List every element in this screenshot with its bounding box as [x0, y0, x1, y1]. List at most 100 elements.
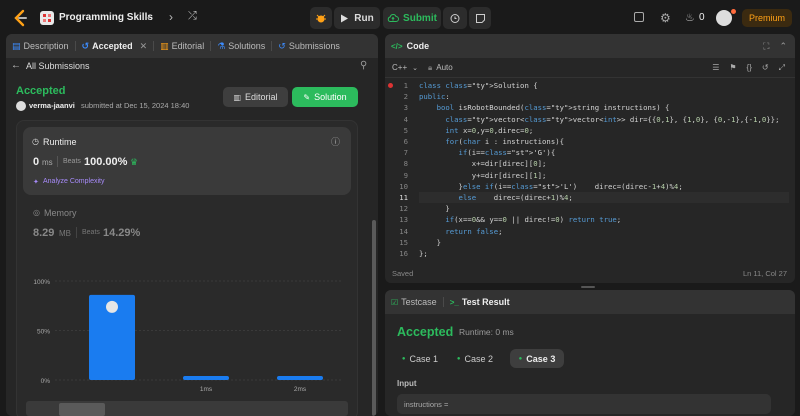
bookmark-icon[interactable]: ⚑ [729, 63, 736, 73]
runtime-card[interactable]: ◷ Runtime ⓘ 0 ms Beats 100.00% ♛ ✦ Analy… [23, 127, 351, 195]
submit-button[interactable]: Submit [383, 7, 441, 29]
chevron-down-icon[interactable]: ⌄ [412, 64, 418, 72]
premium-button[interactable]: Premium [742, 9, 792, 27]
y-tick-label: 0% [41, 378, 51, 385]
case-3-tab[interactable]: ● Case 3 [510, 349, 564, 368]
flask-icon: ⚗ [217, 40, 226, 51]
code-line[interactable]: public: [419, 91, 789, 102]
memory-label[interactable]: Memory [44, 208, 77, 218]
info-icon[interactable]: ⓘ [331, 135, 340, 148]
tab-solutions-label: Solutions [228, 41, 266, 51]
book-icon: ▥ [160, 40, 169, 51]
debug-icon[interactable] [310, 7, 332, 29]
cursor-position: Ln 11, Col 27 [742, 269, 787, 278]
streak-flame-icon[interactable]: ♨ [685, 11, 695, 24]
case-1-tab[interactable]: ● Case 1 [397, 349, 443, 368]
link-icon[interactable]: ⚲ [360, 60, 367, 71]
tab-accepted[interactable]: ↺ Accepted ✕ [76, 34, 154, 58]
line-number: 15 [399, 237, 408, 247]
case-2-tab[interactable]: ● Case 2 [452, 349, 498, 368]
case-2-label: Case 2 [464, 353, 494, 364]
tab-editorial[interactable]: ▥ Editorial [154, 34, 210, 58]
shuffle-icon[interactable]: ⤮ [188, 10, 197, 23]
language-select[interactable]: C++ [392, 63, 407, 72]
tab-test-result[interactable]: >_ Test Result [444, 290, 516, 314]
scrollbar[interactable] [372, 220, 376, 416]
notification-dot [731, 9, 736, 14]
collapse-icon[interactable]: ⌃ [779, 41, 787, 52]
code-editor[interactable]: class class="ty">Solution {public: bool … [419, 80, 789, 259]
sparkle-icon: ✦ [33, 179, 39, 186]
code-line[interactable]: for(char i : instructions){ [419, 136, 789, 147]
y-tick-label: 50% [37, 329, 50, 336]
code-line[interactable]: x+=dir[direc][0]; [419, 158, 789, 169]
tab-solutions[interactable]: ⚗ Solutions [211, 34, 271, 58]
memory-value: 8.29 [33, 227, 55, 239]
alarm-icon[interactable] [443, 7, 467, 29]
result-panel: ☑ Testcase >_ Test Result Accepted Runti… [385, 290, 795, 416]
code-line[interactable]: else direc=(direc+1)%4; [419, 192, 789, 204]
prev-problem-button[interactable]: ‹ [147, 10, 151, 24]
tab-editorial-label: Editorial [171, 41, 205, 51]
line-number: 7 [403, 148, 408, 158]
avatar[interactable] [716, 10, 732, 26]
back-arrow-icon[interactable]: ← [11, 60, 21, 71]
run-button[interactable]: Run [334, 7, 380, 29]
divider [57, 156, 58, 167]
code-line[interactable]: return false; [419, 226, 789, 237]
code-line[interactable]: y+=dir[direc][1]; [419, 170, 789, 181]
mode-label[interactable]: Auto [436, 63, 452, 72]
maximize-icon[interactable]: ⛶ [763, 41, 769, 52]
tab-submissions-label: Submissions [288, 41, 340, 51]
input-box[interactable]: instructions = [397, 394, 771, 414]
all-submissions-link[interactable]: All Submissions [26, 61, 90, 71]
edit-icon: ✎ [303, 92, 311, 102]
pass-dot: ● [401, 355, 406, 362]
tab-submissions[interactable]: ↺ Submissions [272, 34, 346, 58]
tab-testcase[interactable]: ☑ Testcase [385, 290, 443, 314]
editor-toolbar: C++ ⌄ 🔒︎ Auto ☰ ⚑ {} ↺ ⤢ [385, 58, 795, 78]
reset-icon[interactable]: ↺ [762, 63, 769, 73]
line-number: 8 [403, 159, 408, 169]
line-number: 9 [403, 170, 408, 180]
divider [76, 227, 77, 238]
expand-icon[interactable]: ⤢ [779, 63, 785, 73]
notes-icon[interactable] [469, 7, 491, 29]
tab-description[interactable]: ▤ Description [6, 34, 75, 58]
resize-handle[interactable] [581, 286, 595, 288]
submission-status: Accepted [16, 85, 66, 97]
case-1-label: Case 1 [409, 353, 439, 364]
code-line[interactable]: int x=0,y=0,direc=0; [419, 125, 789, 136]
save-status: Saved [392, 269, 414, 278]
code-line[interactable]: }; [419, 248, 789, 259]
code-line[interactable]: if(x==0&& y==0 || direc!=0) return true; [419, 214, 789, 225]
code-line[interactable]: } [419, 203, 789, 214]
problem-list-title[interactable]: Programming Skills [59, 12, 153, 23]
document-icon: ▤ [12, 40, 21, 51]
format-icon[interactable]: ☰ [712, 63, 719, 73]
next-problem-button[interactable]: › [169, 10, 173, 24]
username[interactable]: verma-jaanvi [29, 101, 75, 110]
code-line[interactable]: } [419, 237, 789, 248]
editor-status-bar: Saved Ln 11, Col 27 [385, 264, 795, 283]
result-runtime: Runtime: 0 ms [459, 327, 514, 337]
code-line[interactable]: bool isRobotBounded(class="ty">string in… [419, 102, 789, 113]
settings-gear-icon[interactable]: ⚙ [660, 11, 671, 25]
code-line[interactable]: class class="ty">Solution { [419, 80, 789, 91]
leetcode-logo-icon[interactable] [12, 9, 30, 27]
input-name: instructions = [404, 400, 449, 409]
analyze-complexity-link[interactable]: Analyze Complexity [43, 178, 104, 185]
problem-list-icon[interactable] [40, 11, 54, 25]
solution-button[interactable]: ✎ Solution [292, 87, 358, 107]
code-line[interactable]: if(i==class="st">'G'){ [419, 147, 789, 158]
layout-icon[interactable] [634, 12, 644, 22]
editorial-button[interactable]: ▥ Editorial [223, 87, 288, 107]
code-line[interactable]: }else if(i==class="st">'L') direc=(direc… [419, 181, 789, 192]
close-tab-icon[interactable]: ✕ [140, 41, 148, 52]
runtime-distribution-chart: 100% 50% 0% 1ms 2ms [26, 279, 348, 416]
line-number: 16 [399, 249, 408, 259]
braces-icon[interactable]: {} [747, 63, 752, 73]
code-line[interactable]: class="ty">vector<class="ty">vector<int>… [419, 114, 789, 125]
clock-icon: ◷ [32, 137, 39, 146]
user-avatar-marker [106, 300, 118, 313]
